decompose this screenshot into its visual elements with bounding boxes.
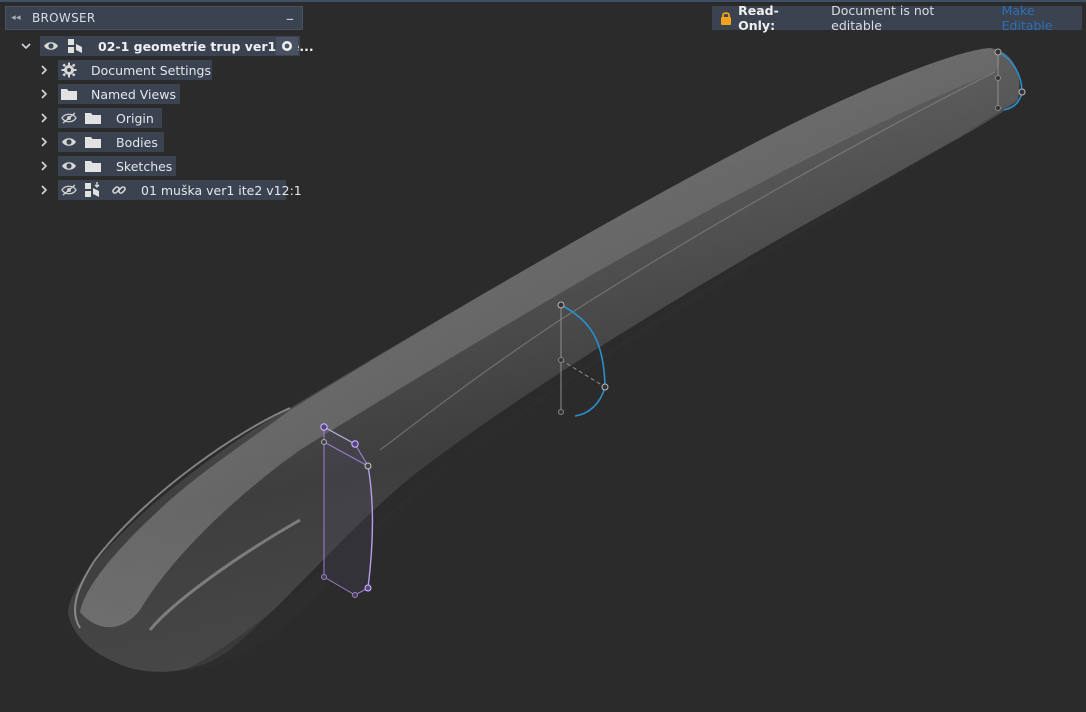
- eye-hidden-icon[interactable]: [60, 110, 78, 126]
- tree-item-sketches[interactable]: Sketches: [0, 156, 180, 176]
- browser-title: BROWSER: [32, 11, 96, 25]
- lock-icon: [716, 11, 736, 26]
- fuselage-body[interactable]: [68, 48, 1020, 672]
- readonly-banner: Read-Only: Document is not editable Make…: [712, 3, 1082, 33]
- eye-hidden-icon[interactable]: [60, 182, 78, 198]
- readonly-label: Read-Only:: [738, 3, 779, 33]
- tree-node[interactable]: Named Views: [58, 84, 180, 104]
- model-viewport[interactable]: [0, 0, 1086, 712]
- chevron-right-icon[interactable]: [37, 180, 51, 200]
- folder-icon: [84, 134, 102, 150]
- tree-root[interactable]: 02-1 geometrie trup ver1 ite...: [0, 36, 314, 56]
- linked-component-icon: [84, 182, 102, 198]
- tree-item-label: Document Settings: [91, 62, 212, 78]
- eye-icon[interactable]: [42, 38, 60, 54]
- eye-icon[interactable]: [60, 134, 78, 150]
- tree-node[interactable]: Origin: [58, 108, 162, 128]
- tree-item-origin[interactable]: Origin: [0, 108, 170, 128]
- tree-item-bodies[interactable]: Bodies: [0, 132, 170, 152]
- readonly-message: Document is not editable: [831, 3, 935, 33]
- link-icon[interactable]: [110, 182, 128, 198]
- tree-root-node[interactable]: 02-1 geometrie trup ver1 ite...: [40, 36, 314, 56]
- tree-node[interactable]: Bodies: [58, 132, 164, 152]
- tree-item-document-settings[interactable]: Document Settings: [0, 60, 220, 80]
- minimize-panel-button[interactable]: –: [278, 9, 302, 28]
- record-icon[interactable]: [276, 37, 298, 55]
- tree-node[interactable]: 01 muška ver1 ite2 v12:1: [58, 180, 302, 200]
- tree-item-label: 01 muška ver1 ite2 v12:1: [141, 182, 302, 198]
- tree-item-label: Named Views: [91, 86, 176, 102]
- tree-item-named-views[interactable]: Named Views: [0, 84, 190, 104]
- eye-icon[interactable]: [60, 158, 78, 174]
- make-editable-link[interactable]: Make Editable: [1002, 3, 1082, 33]
- tree-node[interactable]: Sketches: [58, 156, 176, 176]
- tree-item-label: Bodies: [116, 134, 158, 150]
- tree-node[interactable]: Document Settings: [58, 60, 212, 80]
- chevron-right-icon[interactable]: [37, 60, 51, 80]
- chevron-right-icon[interactable]: [37, 108, 51, 128]
- folder-icon: [84, 110, 102, 126]
- folder-icon: [60, 86, 78, 102]
- gear-icon: [60, 62, 78, 78]
- tree-item-label: Sketches: [116, 158, 173, 174]
- component-icon: [66, 38, 84, 54]
- tree-item-linked-component[interactable]: 01 muška ver1 ite2 v12:1: [0, 180, 302, 200]
- chevron-right-icon[interactable]: [37, 156, 51, 176]
- chevron-right-icon[interactable]: [37, 84, 51, 104]
- tree-item-label: Origin: [116, 110, 154, 126]
- browser-panel-header: ◂◂ BROWSER –: [5, 6, 303, 30]
- chevron-down-icon[interactable]: [19, 36, 33, 56]
- collapse-panel-icon[interactable]: ◂◂: [6, 13, 26, 23]
- folder-icon: [84, 158, 102, 174]
- chevron-right-icon[interactable]: [37, 132, 51, 152]
